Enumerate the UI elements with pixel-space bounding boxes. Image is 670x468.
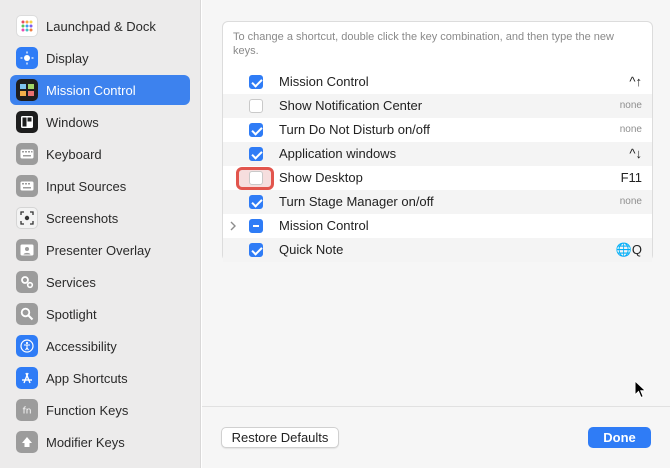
shortcut-key[interactable]: none bbox=[620, 100, 642, 111]
shortcut-checkbox[interactable] bbox=[249, 123, 263, 137]
windows-icon bbox=[16, 111, 38, 133]
sidebar-item-input-sources[interactable]: Input Sources bbox=[10, 171, 190, 201]
shortcut-key[interactable]: ^↑ bbox=[629, 74, 642, 89]
shortcut-label: Turn Do Not Disturb on/off bbox=[279, 122, 431, 137]
shortcut-label: Show Notification Center bbox=[279, 98, 423, 113]
instruction-text: To change a shortcut, double click the k… bbox=[233, 31, 614, 57]
sidebar-item-label: Windows bbox=[46, 114, 99, 130]
shortcut-label: Application windows bbox=[279, 146, 397, 161]
sidebar-item-function-keys[interactable]: fn Function Keys bbox=[10, 395, 190, 425]
shortcut-row[interactable]: Quick Note 🌐Q bbox=[223, 238, 652, 262]
shortcut-checkbox[interactable] bbox=[249, 75, 263, 89]
sidebar-item-label: Screenshots bbox=[46, 210, 119, 226]
sidebar-item-label: Input Sources bbox=[46, 178, 127, 194]
shortcut-key[interactable]: F11 bbox=[621, 170, 642, 185]
sidebar-item-display[interactable]: Display bbox=[10, 43, 190, 73]
shortcut-key[interactable]: 🌐Q bbox=[616, 242, 642, 258]
sidebar-item-app-shortcuts[interactable]: App Shortcuts bbox=[10, 363, 190, 393]
chevron-right-icon[interactable] bbox=[228, 220, 240, 232]
accessibility-icon bbox=[16, 335, 38, 357]
sidebar-item-label: Function Keys bbox=[46, 402, 129, 418]
shortcuts-list: To change a shortcut, double click the k… bbox=[222, 21, 653, 262]
shortcut-row[interactable]: Turn Stage Manager on/off none bbox=[223, 190, 652, 214]
sidebar-item-label: Accessibility bbox=[46, 338, 117, 354]
shortcut-row[interactable]: Turn Do Not Disturb on/off none bbox=[223, 118, 652, 142]
presenter-overlay-icon bbox=[16, 239, 38, 261]
shortcut-checkbox[interactable] bbox=[249, 147, 263, 161]
shortcut-checkbox[interactable] bbox=[249, 99, 263, 113]
sidebar-item-label: Spotlight bbox=[46, 306, 97, 322]
main-pane: To change a shortcut, double click the k… bbox=[202, 0, 670, 468]
mission-control-icon bbox=[16, 79, 38, 101]
divider bbox=[202, 406, 670, 407]
app-shortcuts-icon bbox=[16, 367, 38, 389]
sidebar-item-screenshots[interactable]: Screenshots bbox=[10, 203, 190, 233]
sidebar-item-keyboard[interactable]: Keyboard bbox=[10, 139, 190, 169]
restore-defaults-button[interactable]: Restore Defaults bbox=[221, 427, 339, 448]
shortcut-key[interactable]: none bbox=[620, 124, 642, 135]
input-sources-icon bbox=[16, 175, 38, 197]
shortcut-checkbox[interactable] bbox=[249, 243, 263, 257]
sidebar-item-windows[interactable]: Windows bbox=[10, 107, 190, 137]
shortcut-row[interactable]: Show Notification Center none bbox=[223, 94, 652, 118]
sidebar-item-label: Mission Control bbox=[46, 82, 136, 98]
shortcut-label: Show Desktop bbox=[279, 170, 363, 185]
svg-text:fn: fn bbox=[23, 407, 32, 417]
sidebar-item-mission-control[interactable]: Mission Control bbox=[10, 75, 190, 105]
shortcut-checkbox[interactable] bbox=[249, 195, 263, 209]
display-icon bbox=[16, 47, 38, 69]
done-button[interactable]: Done bbox=[588, 427, 651, 448]
launchpad-dock-icon bbox=[16, 15, 38, 37]
sidebar-item-services[interactable]: Services bbox=[10, 267, 190, 297]
shortcut-checkbox[interactable] bbox=[249, 219, 263, 233]
sidebar-item-label: Keyboard bbox=[46, 146, 102, 162]
shortcut-key[interactable]: ^↓ bbox=[629, 146, 642, 161]
modifier-keys-icon bbox=[16, 431, 38, 453]
sidebar: Launchpad & Dock Display Mission Control… bbox=[0, 0, 201, 468]
sidebar-item-label: Presenter Overlay bbox=[46, 242, 151, 258]
sidebar-item-modifier-keys[interactable]: Modifier Keys bbox=[10, 427, 190, 457]
services-icon bbox=[16, 271, 38, 293]
function-keys-icon: fn bbox=[16, 399, 38, 421]
shortcut-row-highlighted[interactable]: Show Desktop F11 bbox=[223, 166, 652, 190]
sidebar-item-accessibility[interactable]: Accessibility bbox=[10, 331, 190, 361]
sidebar-item-spotlight[interactable]: Spotlight bbox=[10, 299, 190, 329]
mouse-cursor-icon bbox=[634, 380, 647, 399]
keyboard-icon bbox=[16, 143, 38, 165]
sidebar-item-label: App Shortcuts bbox=[46, 370, 128, 386]
spotlight-icon bbox=[16, 303, 38, 325]
screenshots-icon bbox=[16, 207, 38, 229]
shortcut-checkbox[interactable] bbox=[249, 171, 263, 185]
shortcut-group-row[interactable]: Mission Control bbox=[223, 214, 652, 238]
sidebar-item-label: Display bbox=[46, 50, 89, 66]
sidebar-item-label: Services bbox=[46, 274, 96, 290]
shortcut-row[interactable]: Mission Control ^↑ bbox=[223, 70, 652, 94]
shortcut-label: Turn Stage Manager on/off bbox=[279, 194, 434, 209]
sidebar-item-label: Modifier Keys bbox=[46, 434, 125, 450]
shortcut-label: Mission Control bbox=[279, 218, 369, 233]
sidebar-item-launchpad-dock[interactable]: Launchpad & Dock bbox=[10, 11, 190, 41]
shortcut-key[interactable]: none bbox=[620, 196, 642, 207]
sidebar-item-presenter-overlay[interactable]: Presenter Overlay bbox=[10, 235, 190, 265]
shortcut-label: Mission Control bbox=[279, 74, 369, 89]
shortcut-label: Quick Note bbox=[279, 242, 344, 257]
sidebar-item-label: Launchpad & Dock bbox=[46, 18, 156, 34]
shortcut-row[interactable]: Application windows ^↓ bbox=[223, 142, 652, 166]
